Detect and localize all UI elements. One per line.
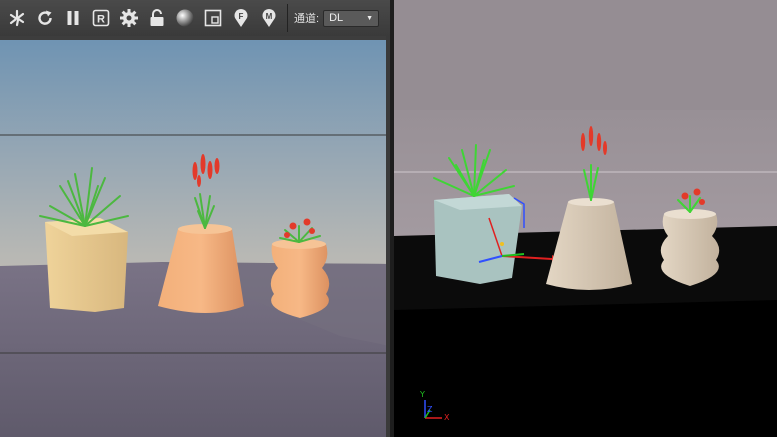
- toolbar-separator: [287, 4, 288, 32]
- refresh-icon: [38, 10, 52, 25]
- render-image: [0, 36, 390, 437]
- render-region-button[interactable]: [6, 7, 28, 29]
- refresh-button[interactable]: [34, 7, 56, 29]
- render-view-panel: R F M 通道: DL ▼: [0, 0, 390, 437]
- lock-button[interactable]: [146, 7, 168, 29]
- gear-icon: [120, 9, 138, 27]
- axis-y-label: Y: [420, 390, 425, 399]
- pin-f-icon: F: [234, 9, 248, 27]
- material-sphere-icon: [176, 9, 194, 27]
- render-region-icon: [9, 9, 25, 27]
- axis-z-label: Z: [427, 405, 433, 414]
- svg-text:R: R: [97, 14, 105, 26]
- pin-f-button[interactable]: F: [230, 7, 252, 29]
- chevron-down-icon: ▼: [366, 14, 374, 22]
- render-toolbar: R F M 通道: DL ▼: [0, 0, 390, 36]
- 3d-viewport-panel[interactable]: Y Z X: [394, 0, 777, 437]
- svg-text:F: F: [239, 12, 244, 21]
- svg-text:M: M: [266, 12, 273, 21]
- region-r-button[interactable]: R: [90, 7, 112, 29]
- pause-icon: [67, 11, 79, 25]
- channel-dropdown[interactable]: DL ▼: [323, 9, 380, 27]
- channel-label: 通道:: [294, 13, 320, 25]
- region-r-icon: R: [92, 9, 110, 27]
- 3d-viewport: [394, 0, 777, 437]
- material-sphere-button[interactable]: [174, 7, 196, 29]
- unlock-icon: [150, 9, 164, 26]
- frame-icon: [204, 9, 222, 27]
- axis-x-label: X: [444, 413, 450, 422]
- settings-button[interactable]: [118, 7, 140, 29]
- channel-value: DL: [329, 12, 344, 24]
- pin-m-button[interactable]: M: [258, 7, 280, 29]
- pause-button[interactable]: [62, 7, 84, 29]
- frame-button[interactable]: [202, 7, 224, 29]
- pin-m-icon: M: [262, 9, 276, 27]
